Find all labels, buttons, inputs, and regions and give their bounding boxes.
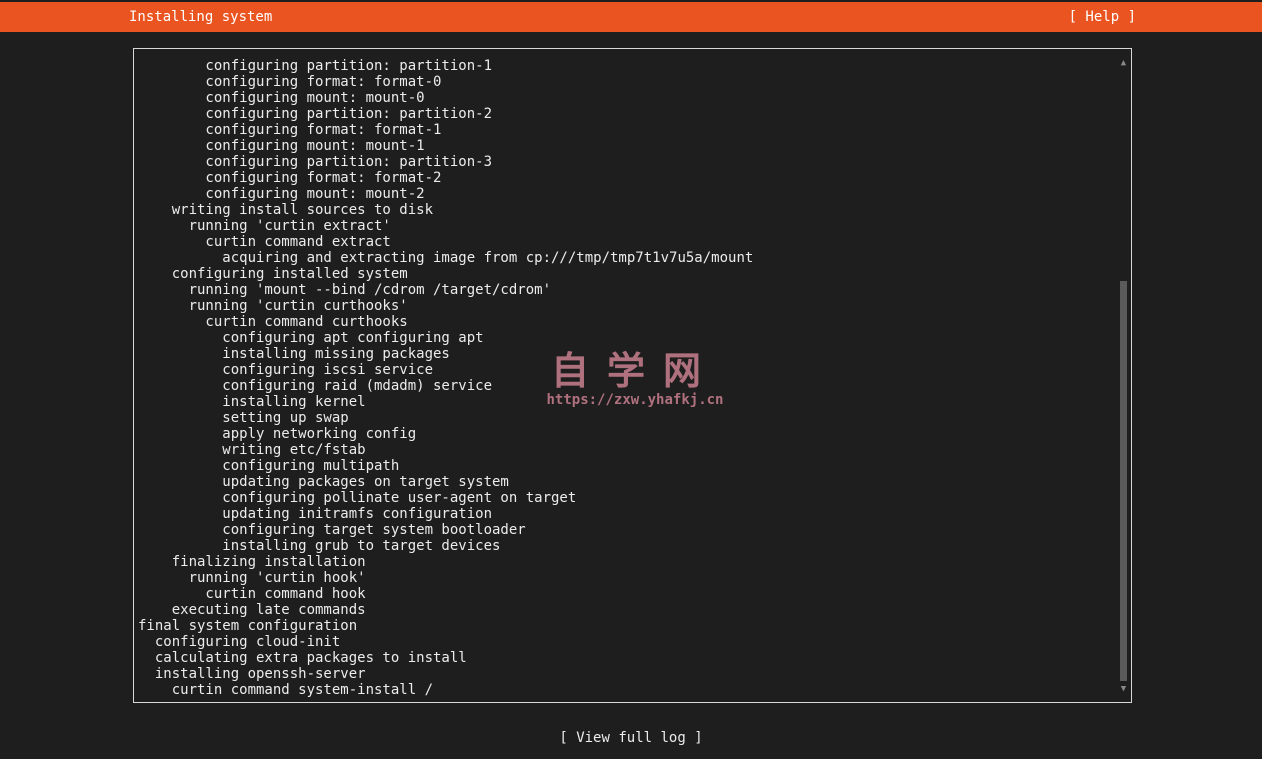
log-line: configuring multipath: [138, 458, 400, 474]
log-line: writing etc/fstab: [138, 442, 366, 458]
scroll-thumb[interactable]: [1120, 281, 1127, 681]
log-line: calculating extra packages to install: [138, 650, 467, 666]
log-line: acquiring and extracting image from cp:/…: [138, 250, 754, 266]
title-bar: Installing system [ Help ]: [0, 2, 1262, 32]
log-line: configuring mount: mount-0: [138, 90, 425, 106]
footer: [ View full log ]: [0, 729, 1262, 747]
view-full-log-button[interactable]: [ View full log ]: [559, 730, 702, 746]
log-line: writing install sources to disk: [138, 202, 434, 218]
log-lines: configuring partition: partition-1 confi…: [138, 58, 1118, 698]
log-line: installing openssh-server: [138, 666, 366, 682]
help-button[interactable]: [ Help ]: [1069, 2, 1136, 32]
install-log-panel[interactable]: configuring partition: partition-1 confi…: [133, 48, 1132, 703]
scroll-down-arrow-icon[interactable]: ▼: [1119, 684, 1128, 694]
log-line: executing late commands: [138, 602, 366, 618]
log-line: curtin command curthooks: [138, 314, 408, 330]
log-line: configuring iscsi service: [138, 362, 434, 378]
log-line: configuring format: format-1: [138, 122, 442, 138]
log-line: configuring mount: mount-1: [138, 138, 425, 154]
log-line: curtin command hook: [138, 586, 366, 602]
log-line: running 'curtin curthooks': [138, 298, 408, 314]
log-line: running 'curtin hook': [138, 570, 366, 586]
log-line: configuring format: format-0: [138, 74, 442, 90]
log-line: apply networking config: [138, 426, 417, 442]
log-line: configuring partition: partition-1: [138, 58, 493, 74]
page-title: Installing system: [129, 9, 273, 25]
log-line: configuring target system bootloader: [138, 522, 526, 538]
log-line: configuring apt configuring apt: [138, 330, 484, 346]
log-line: installing kernel: [138, 394, 366, 410]
scroll-up-arrow-icon[interactable]: ▲: [1119, 58, 1128, 68]
log-line: configuring installed system: [138, 266, 408, 282]
log-line: setting up swap: [138, 410, 349, 426]
log-line: installing missing packages: [138, 346, 450, 362]
log-line: configuring mount: mount-2: [138, 186, 425, 202]
log-line: configuring partition: partition-3: [138, 154, 493, 170]
log-line: curtin command system-install /: [138, 682, 434, 698]
log-line: configuring partition: partition-2: [138, 106, 493, 122]
log-line: installing grub to target devices: [138, 538, 501, 554]
log-line: configuring pollinate user-agent on targ…: [138, 490, 577, 506]
log-line: finalizing installation: [138, 554, 366, 570]
log-line: running 'curtin extract': [138, 218, 391, 234]
log-line: configuring raid (mdadm) service: [138, 378, 493, 394]
log-line: updating initramfs configuration: [138, 506, 493, 522]
scrollbar[interactable]: ▲ ▼: [1119, 58, 1128, 694]
log-line: updating packages on target system: [138, 474, 509, 490]
log-line: configuring format: format-2: [138, 170, 442, 186]
log-line: curtin command extract: [138, 234, 391, 250]
log-line: running 'mount --bind /cdrom /target/cdr…: [138, 282, 552, 298]
log-line: configuring cloud-init: [138, 634, 341, 650]
log-line: final system configuration: [138, 618, 358, 634]
